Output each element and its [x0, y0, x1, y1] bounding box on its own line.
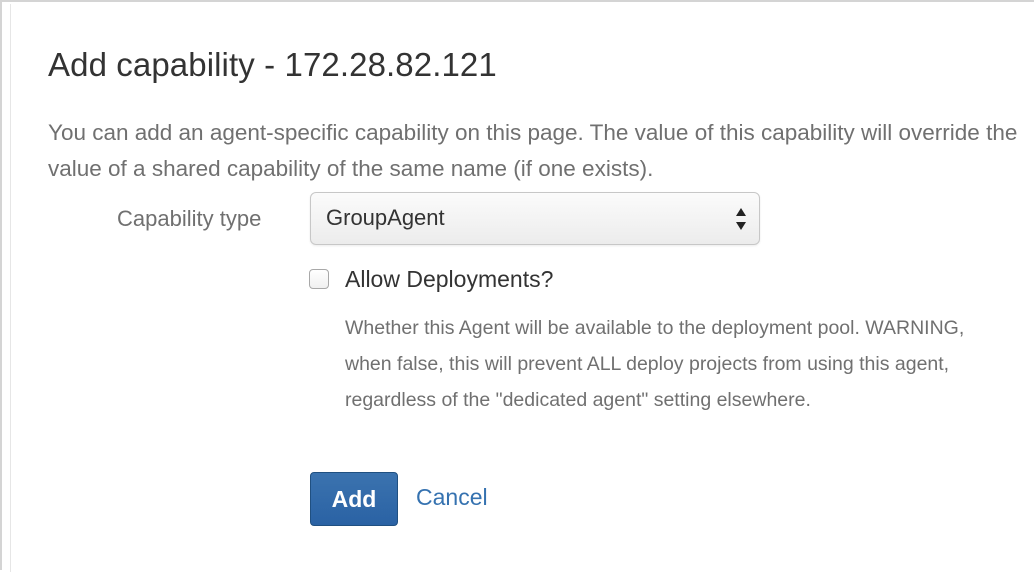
capability-type-label: Capability type	[117, 206, 262, 231]
allow-deployments-label[interactable]: Allow Deployments?	[345, 264, 553, 294]
add-button[interactable]: Add	[310, 472, 398, 526]
cancel-link[interactable]: Cancel	[416, 482, 488, 512]
allow-deployments-checkbox[interactable]	[309, 269, 329, 289]
dialog-panel: Add capability - 172.28.82.121 You can a…	[0, 0, 1034, 572]
allow-deployments-help-text: Whether this Agent will be available to …	[345, 317, 965, 411]
capability-type-selected-value: GroupAgent	[326, 205, 445, 230]
page-title: Add capability - 172.28.82.121	[48, 46, 497, 83]
page-description: You can add an agent-specific capability…	[48, 120, 1018, 181]
capability-type-select[interactable]: GroupAgent	[310, 192, 760, 245]
panel-divider	[10, 4, 11, 572]
up-down-arrows-icon	[736, 208, 746, 230]
